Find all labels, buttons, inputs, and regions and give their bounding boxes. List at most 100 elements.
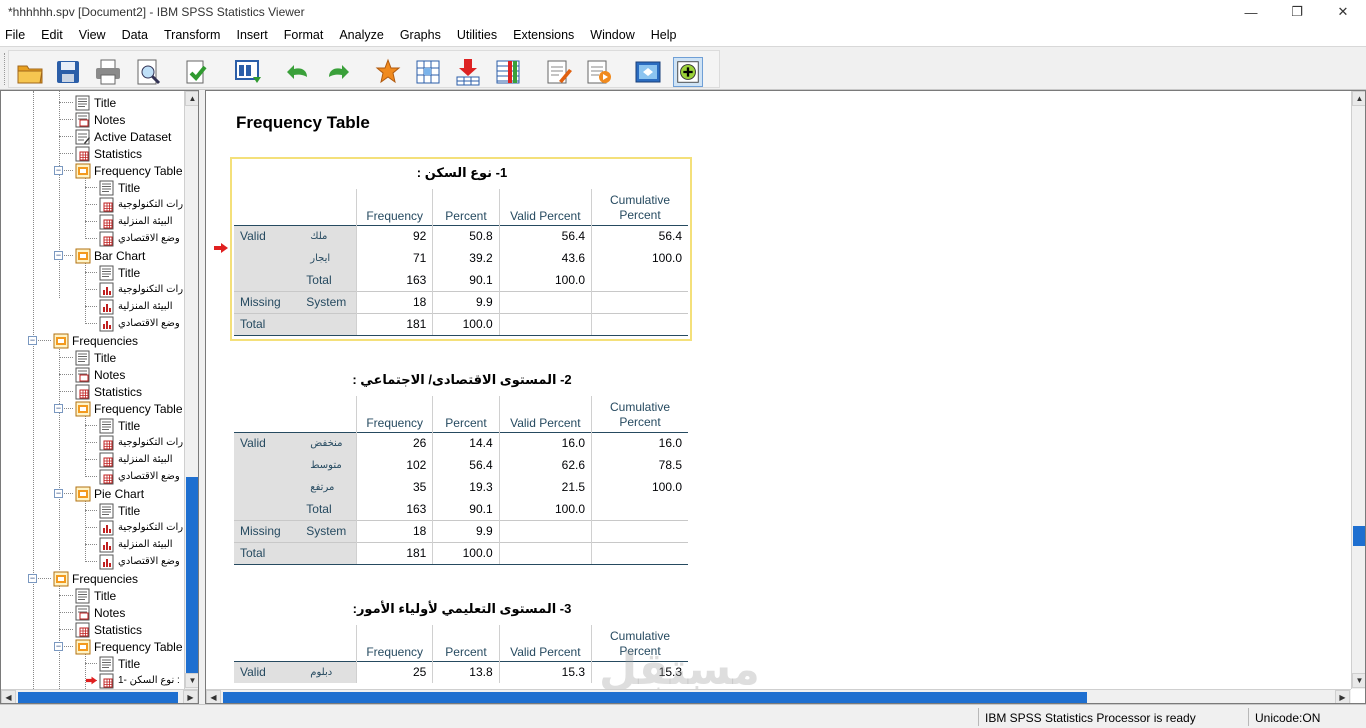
outline-item[interactable]: Title <box>75 587 116 604</box>
outline-item[interactable]: Notes <box>75 604 125 621</box>
menu-format[interactable]: Format <box>279 28 329 42</box>
outline-horizontal-scrollbar[interactable]: ◀ ▶ <box>1 689 198 703</box>
scroll-right-icon[interactable]: ▶ <box>1335 690 1350 703</box>
outline-item[interactable]: Title <box>99 417 140 434</box>
frequency-cell[interactable]: 35 <box>356 476 433 498</box>
column-header[interactable]: Cumulative Percent <box>591 189 688 225</box>
outline-item[interactable]: Title <box>99 655 140 672</box>
frequency-cell[interactable]: 18 <box>356 290 433 313</box>
frequency-cell[interactable]: 181 <box>356 541 433 565</box>
frequency-cell[interactable]: 71 <box>356 247 433 269</box>
outline-item[interactable]: وضع الاقتصادي <box>99 315 180 332</box>
designate-window-icon[interactable] <box>583 57 613 87</box>
frequency-cell[interactable]: 26 <box>356 431 433 454</box>
cumulative-percent-cell[interactable] <box>591 269 688 291</box>
scroll-down-icon[interactable]: ▼ <box>185 673 198 688</box>
outline-item[interactable]: البيئة المنزلية <box>99 536 173 553</box>
table-row[interactable]: Missing System 18 9.9 <box>234 290 688 313</box>
outline-item[interactable]: Notes <box>75 366 125 383</box>
redo-icon[interactable] <box>323 57 353 87</box>
table-row[interactable]: Total 163 90.1 100.0 <box>234 498 688 520</box>
cumulative-percent-cell[interactable]: 78.5 <box>591 454 688 476</box>
menu-insert[interactable]: Insert <box>231 28 272 42</box>
valid-percent-cell[interactable] <box>498 541 592 565</box>
outline-item[interactable]: Title <box>99 179 140 196</box>
collapse-icon[interactable]: − <box>54 166 63 175</box>
scroll-left-icon[interactable]: ◀ <box>206 690 221 703</box>
column-header[interactable]: Percent <box>432 189 500 225</box>
column-header[interactable]: Percent <box>432 625 500 661</box>
column-header[interactable]: Frequency <box>356 396 433 432</box>
percent-cell[interactable]: 56.4 <box>432 454 500 476</box>
outline-item[interactable]: وضع الاقتصادي <box>99 230 180 247</box>
open-folder-icon[interactable] <box>15 57 45 87</box>
scroll-left-icon[interactable]: ◀ <box>1 690 16 703</box>
select-cases-icon[interactable] <box>543 57 573 87</box>
content-pane[interactable]: Frequency Table 1- نوع السكن : Frequency… <box>205 90 1366 704</box>
table-row[interactable]: Valid منخفض 26 14.4 16.0 16.0 <box>234 431 688 454</box>
table-row[interactable]: Total 181 100.0 <box>234 312 688 336</box>
menu-file[interactable]: File <box>0 28 30 42</box>
valid-percent-cell[interactable] <box>498 290 592 313</box>
cumulative-percent-cell[interactable] <box>591 541 688 565</box>
outline-item[interactable]: ارات التكنولوجية <box>99 434 184 451</box>
print-preview-icon[interactable] <box>133 57 163 87</box>
frequency-cell[interactable]: 181 <box>356 312 433 336</box>
percent-cell[interactable]: 100.0 <box>432 312 500 336</box>
export-icon[interactable] <box>181 57 211 87</box>
close-button[interactable]: ✕ <box>1320 0 1366 24</box>
cumulative-percent-cell[interactable]: 56.4 <box>591 224 688 247</box>
recall-dialog-icon[interactable] <box>233 57 263 87</box>
outline-item[interactable]: 1- نوع السكن : <box>86 672 180 689</box>
collapse-icon[interactable]: − <box>54 251 63 260</box>
frequency-cell[interactable]: 92 <box>356 224 433 247</box>
column-header[interactable]: Frequency <box>356 189 433 225</box>
valid-percent-cell[interactable]: 21.5 <box>498 476 592 498</box>
outline-item[interactable]: Title <box>75 349 116 366</box>
frequency-table[interactable]: Frequency Percent Valid Percent Cumulative P… <box>234 189 688 336</box>
goto-case-icon[interactable] <box>413 57 443 87</box>
cumulative-percent-cell[interactable]: 16.0 <box>591 431 688 454</box>
menu-edit[interactable]: Edit <box>36 28 68 42</box>
percent-cell[interactable]: 13.8 <box>432 660 500 683</box>
menu-graphs[interactable]: Graphs <box>395 28 446 42</box>
scroll-up-icon[interactable]: ▲ <box>1352 91 1365 106</box>
outline-item[interactable]: البيئة المنزلية <box>99 298 173 315</box>
menu-data[interactable]: Data <box>117 28 153 42</box>
outline-pane[interactable]: Title Notes Active Dataset Statistics − Frequ… <box>0 90 199 704</box>
column-header[interactable]: Valid Percent <box>498 189 592 225</box>
toolbar-grip[interactable] <box>4 53 7 85</box>
table-row[interactable]: متوسط 102 56.4 62.6 78.5 <box>234 454 688 476</box>
menu-extensions[interactable]: Extensions <box>508 28 579 42</box>
table-row[interactable]: Missing System 18 9.9 <box>234 519 688 542</box>
outline-item[interactable]: Statistics <box>75 383 142 400</box>
percent-cell[interactable]: 19.3 <box>432 476 500 498</box>
collapse-icon[interactable]: − <box>28 336 37 345</box>
outline-hscroll-thumb[interactable] <box>18 692 178 703</box>
outline-item[interactable]: ارات التكنولوجية <box>99 519 184 536</box>
outline-item[interactable]: Statistics <box>75 145 142 162</box>
collapse-icon[interactable]: − <box>28 574 37 583</box>
column-header[interactable]: Percent <box>432 396 500 432</box>
insert-variable-icon[interactable] <box>453 57 483 87</box>
outline-item[interactable]: Frequencies <box>53 332 138 349</box>
cumulative-percent-cell[interactable]: 100.0 <box>591 476 688 498</box>
add-icon[interactable] <box>673 57 703 87</box>
valid-percent-cell[interactable]: 100.0 <box>498 269 592 291</box>
percent-cell[interactable]: 50.8 <box>432 224 500 247</box>
cumulative-percent-cell[interactable] <box>591 312 688 336</box>
outline-item[interactable]: Statistics <box>75 621 142 638</box>
save-icon[interactable] <box>53 57 83 87</box>
table-row[interactable]: ايجار 71 39.2 43.6 100.0 <box>234 247 688 269</box>
outline-item[interactable]: ارات التكنولوجية <box>99 196 184 213</box>
scroll-up-icon[interactable]: ▲ <box>185 91 198 106</box>
menu-view[interactable]: View <box>74 28 111 42</box>
column-header[interactable]: Valid Percent <box>498 625 592 661</box>
valid-percent-cell[interactable]: 62.6 <box>498 454 592 476</box>
outline-item[interactable]: البيئة المنزلية <box>99 213 173 230</box>
content-hscroll-thumb[interactable] <box>223 692 1087 703</box>
outline-item[interactable]: ارات التكنولوجية <box>99 281 184 298</box>
menu-transform[interactable]: Transform <box>159 28 226 42</box>
frequency-cell[interactable]: 163 <box>356 498 433 520</box>
scroll-down-icon[interactable]: ▼ <box>1352 673 1365 688</box>
